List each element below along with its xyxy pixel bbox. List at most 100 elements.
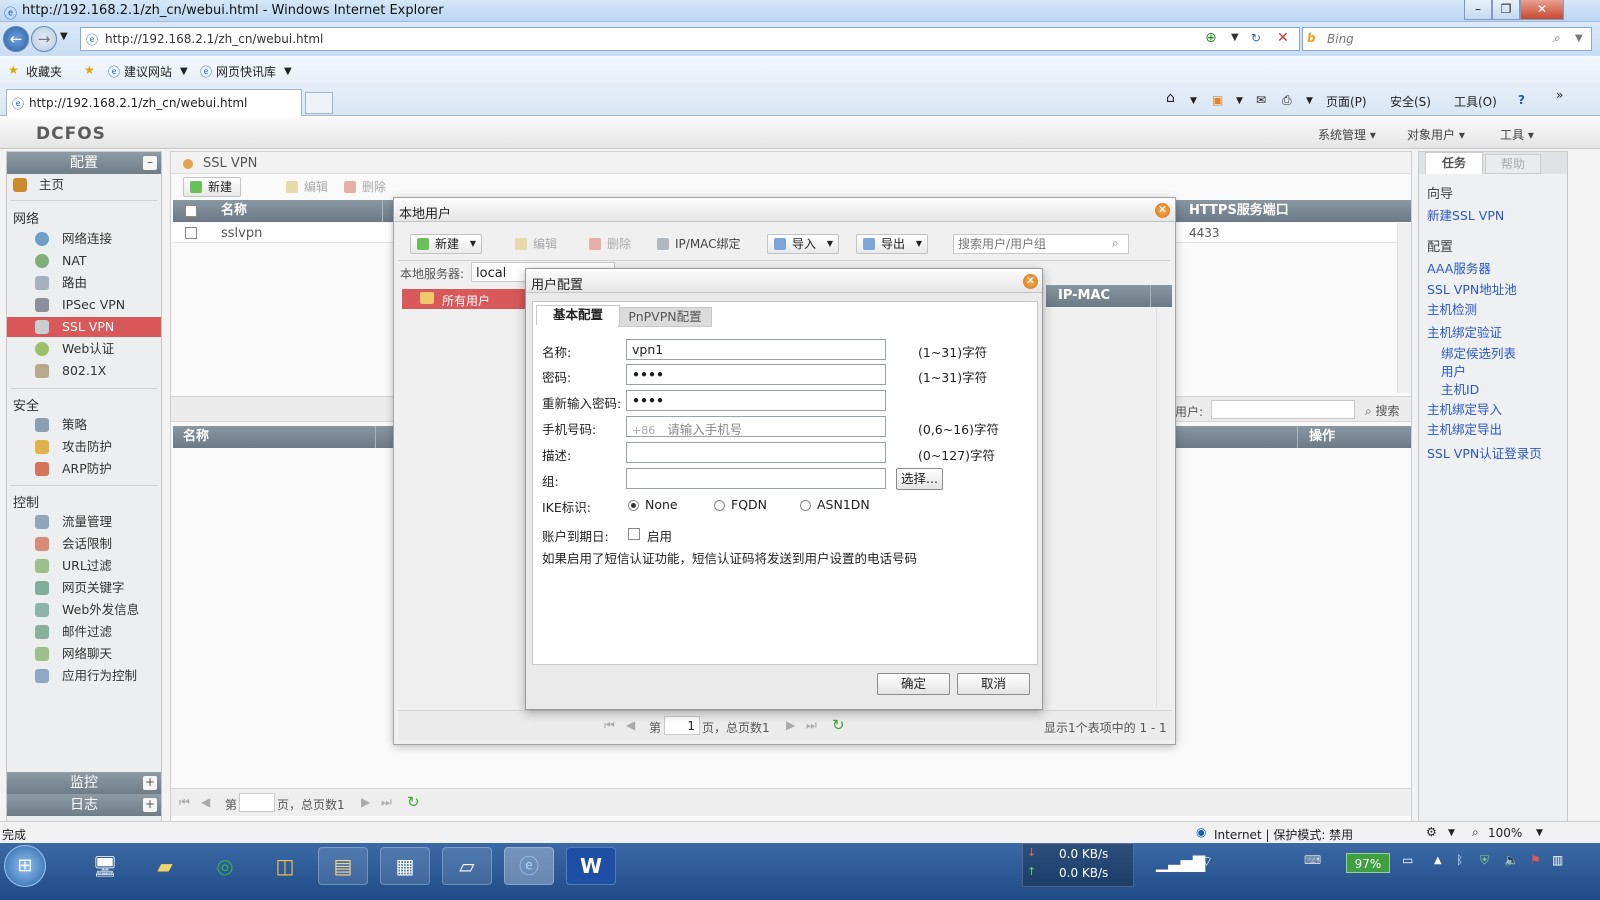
search-icon[interactable]: ⌕ [1112, 236, 1119, 251]
keyboard-icon[interactable]: ⌨ [1304, 853, 1321, 867]
link-host-id[interactable]: 主机ID [1441, 379, 1479, 398]
nav-im-chat[interactable]: 网络聊天 [7, 644, 161, 664]
menu-tools[interactable]: 工具 ▾ [1500, 126, 1534, 143]
lu-new-button[interactable]: 新建 ▼ [410, 234, 483, 254]
repassword-input[interactable]: •••• [626, 390, 886, 411]
nav-url-filter[interactable]: URL过滤 [7, 556, 161, 576]
select-group-button[interactable]: 选择... [896, 468, 943, 490]
chevron-down-icon[interactable]: ▼ [1236, 96, 1243, 106]
last-page-icon[interactable]: ⏭ [381, 795, 392, 810]
export-button[interactable]: 导出 ▼ [856, 234, 929, 254]
cancel-button[interactable]: 取消 [957, 673, 1030, 695]
tab-help[interactable]: 帮助 [1485, 154, 1541, 174]
nav-session-limit[interactable]: 会话限制 [7, 534, 161, 554]
start-button[interactable]: ⊞ [4, 845, 46, 887]
chevron-down-icon[interactable]: ▼ [180, 66, 188, 77]
search-dropdown-icon[interactable]: ▼ [1575, 33, 1583, 44]
desc-input[interactable] [626, 442, 886, 463]
home-icon[interactable]: ⌂ [1166, 90, 1175, 106]
refresh-icon[interactable]: ↻ [1251, 31, 1261, 45]
nav-ipsec-vpn[interactable]: IPSec VPN [7, 295, 161, 315]
computer-icon[interactable]: 🖥 [80, 847, 130, 885]
nav-web-auth[interactable]: Web认证 [7, 339, 161, 359]
web-slice-gallery-link[interactable]: 网页快讯库 [216, 63, 276, 80]
phone-input[interactable]: +86 请输入手机号 [626, 416, 886, 437]
config-header[interactable]: 配置 – [7, 152, 161, 174]
tab-pnpvpn-config[interactable]: PnPVPN配置 [618, 307, 712, 327]
next-page-icon[interactable]: ▶ [786, 718, 795, 732]
help-icon[interactable]: ? [1518, 93, 1525, 107]
link-binding-export[interactable]: 主机绑定导出 [1427, 419, 1502, 438]
nav-network-connection[interactable]: 网络连接 [7, 229, 161, 249]
delete-button[interactable]: 删除 [337, 177, 395, 197]
link-login-page[interactable]: SSL VPN认证登录页 [1427, 443, 1542, 462]
address-bar[interactable]: ⓔ http://192.168.2.1/zh_cn/webui.html ⊕ … [80, 27, 1300, 51]
name-input[interactable]: vpn1 [626, 339, 886, 360]
edit-button[interactable]: 编辑 [279, 177, 337, 197]
nav-routing[interactable]: 路由 [7, 273, 161, 293]
browser-tab[interactable]: ⓔ http://192.168.2.1/zh_cn/webui.html [6, 89, 302, 116]
lu-page-input[interactable]: 1 [664, 716, 700, 735]
import-button[interactable]: 导入 ▼ [767, 234, 840, 254]
expand-icon[interactable]: + [143, 798, 157, 812]
add-favorite-icon[interactable]: ★ [84, 63, 95, 77]
show-hidden-icons[interactable]: ▲ [1434, 855, 1442, 866]
explorer-icon[interactable]: ▤ [318, 847, 368, 885]
new-tab-button[interactable] [305, 92, 333, 114]
ok-button[interactable]: 确定 [877, 673, 950, 695]
close-icon[interactable]: ✕ [1155, 203, 1170, 218]
expand-icon[interactable]: + [143, 776, 157, 790]
back-icon[interactable]: ← [3, 26, 29, 52]
more-commands-icon[interactable]: » [1556, 88, 1563, 102]
close-icon[interactable]: ✕ [1023, 274, 1038, 289]
stop-icon[interactable]: ✕ [1277, 30, 1289, 46]
flag-icon[interactable]: ⚑ [1530, 853, 1541, 867]
chrome-icon[interactable]: ◎ [200, 847, 250, 885]
internet-explorer-icon[interactable]: ⓔ [504, 847, 554, 885]
feeds-icon[interactable]: ▣ [1212, 93, 1223, 107]
new-button[interactable]: 新建 [183, 177, 242, 197]
prev-page-icon[interactable]: ◀ [626, 718, 635, 732]
ike-none-radio[interactable] [628, 500, 639, 511]
suggested-sites-link[interactable]: 建议网站 [124, 63, 172, 80]
nav-policy[interactable]: 策略 [7, 415, 161, 435]
nav-nat[interactable]: NAT [7, 251, 161, 271]
battery-indicator[interactable]: 97% [1346, 853, 1390, 873]
power-icon[interactable]: ▭ [1402, 853, 1413, 867]
chevron-down-icon[interactable]: ▼ [916, 235, 922, 253]
refresh-icon[interactable]: ↻ [832, 716, 845, 734]
scrollbar[interactable] [1397, 223, 1411, 393]
row-checkbox[interactable] [185, 227, 197, 239]
notepad-icon[interactable]: ▱ [442, 847, 492, 885]
last-page-icon[interactable]: ⏭ [806, 718, 817, 733]
compat-icon[interactable]: ⊕ [1205, 30, 1217, 46]
first-page-icon[interactable]: ⏮ [604, 718, 615, 733]
ike-fqdn-radio[interactable] [714, 500, 725, 511]
lu-edit-button[interactable]: 编辑 [508, 234, 566, 254]
nav-mail-filter[interactable]: 邮件过滤 [7, 622, 161, 642]
history-dropdown-icon[interactable]: ▼ [60, 31, 68, 42]
chevron-down-icon[interactable]: ▼ [1536, 828, 1543, 838]
next-page-icon[interactable]: ▶ [361, 795, 370, 809]
log-header[interactable]: 日志 + [7, 794, 161, 816]
nav-attack-defense[interactable]: 攻击防护 [7, 437, 161, 457]
monitor-header[interactable]: 监控 + [7, 772, 161, 794]
link-binding-candidates[interactable]: 绑定候选列表 [1441, 343, 1516, 362]
nav-web-keyword[interactable]: 网页关键字 [7, 578, 161, 598]
tree-item-all-users[interactable]: 所有用户 [402, 289, 528, 309]
user-search-input[interactable] [953, 234, 1129, 254]
zoom-level[interactable]: 100% [1488, 826, 1522, 840]
chevron-down-icon[interactable]: ▼ [1306, 96, 1313, 106]
link-user[interactable]: 用户 [1441, 361, 1466, 380]
sticky-notes-icon[interactable]: ▰ [140, 847, 190, 885]
safety-menu[interactable]: 安全(S) [1390, 93, 1431, 110]
favorites-button[interactable]: 收藏夹 [26, 63, 62, 80]
tools-menu[interactable]: 工具(O) [1454, 93, 1497, 110]
menu-system-admin[interactable]: 系统管理 ▾ [1318, 126, 1376, 143]
ike-asn1dn-radio[interactable] [800, 500, 811, 511]
nav-web-outbound[interactable]: Web外发信息 [7, 600, 161, 620]
link-address-pool[interactable]: SSL VPN地址池 [1427, 279, 1517, 298]
link-binding-import[interactable]: 主机绑定导入 [1427, 399, 1502, 418]
password-input[interactable]: •••• [626, 364, 886, 385]
scrollbar[interactable] [1156, 308, 1170, 708]
